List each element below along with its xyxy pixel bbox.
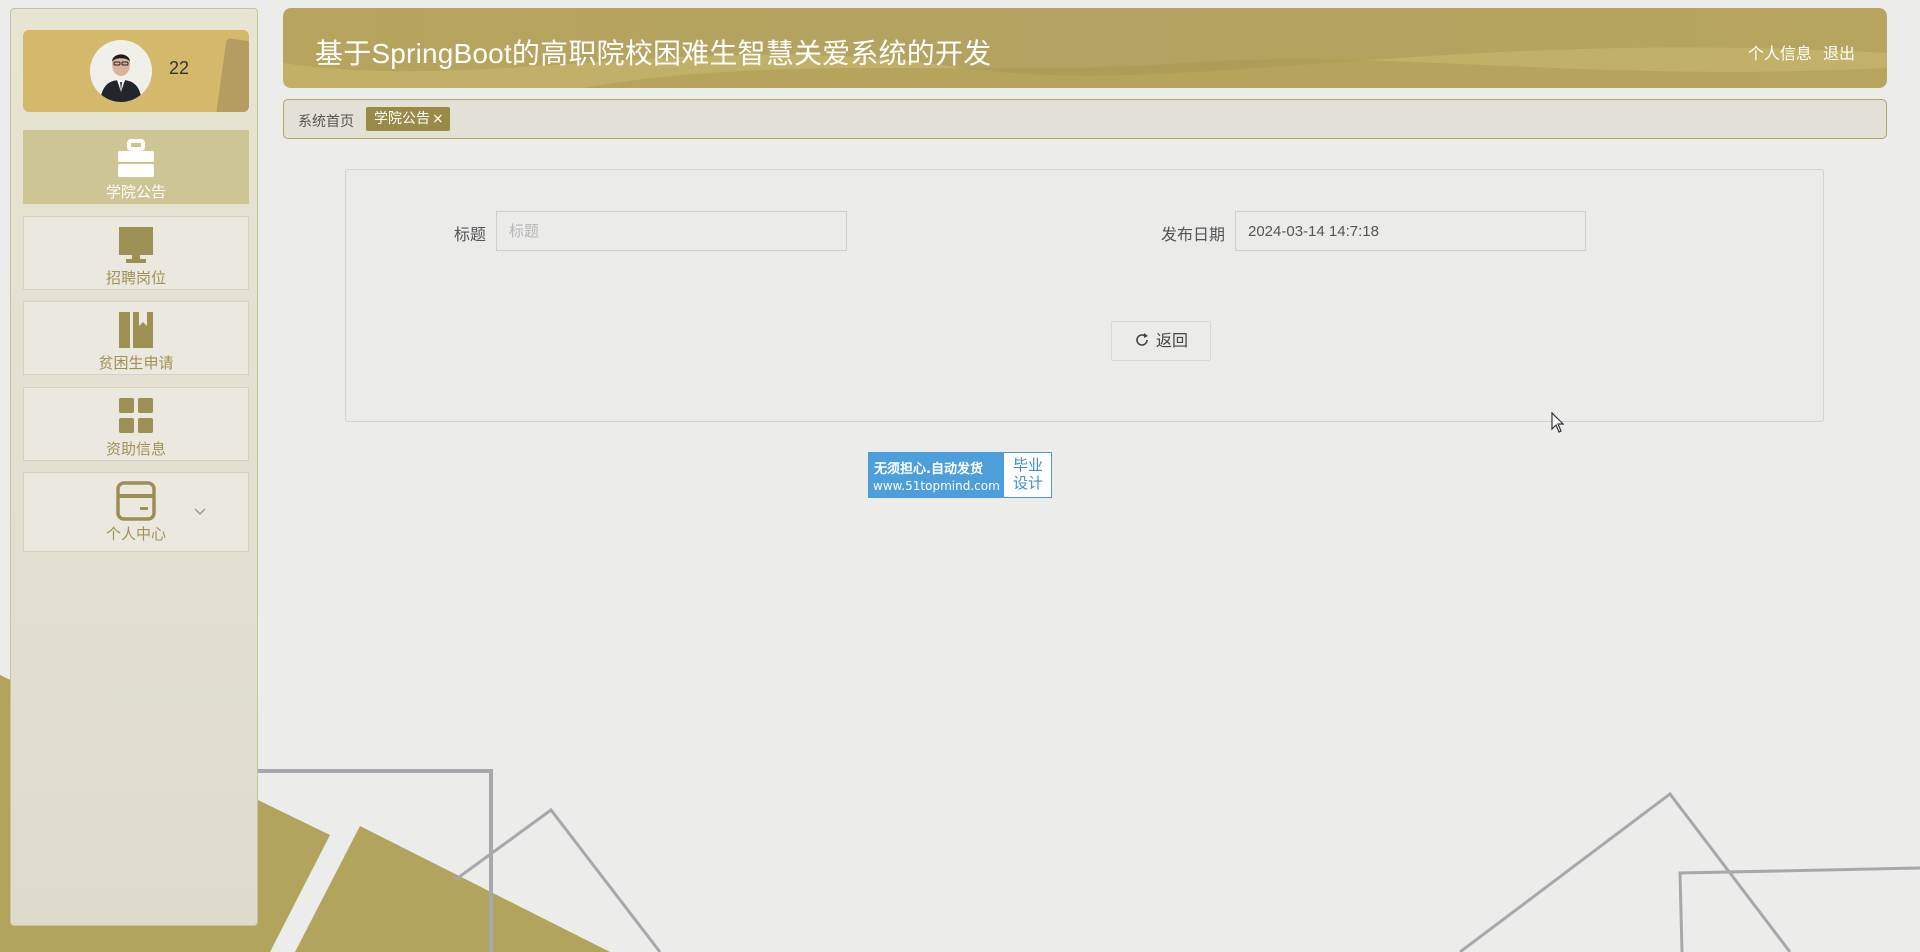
card-icon	[116, 481, 156, 521]
monitor-icon	[119, 227, 153, 263]
user-card-decoration	[215, 38, 249, 112]
title-input[interactable]	[496, 211, 847, 251]
sidebar: 22 学院公告 招聘岗位 贫困生申请 资助信息 个人中心	[10, 8, 258, 926]
sidebar-item-personal-center[interactable]: 个人中心	[23, 472, 249, 552]
tab-label: 学院公告	[374, 111, 430, 127]
sidebar-item-label: 个人中心	[105, 525, 166, 543]
back-button[interactable]: 返回	[1111, 321, 1211, 361]
badge-left: 无须担心.自动发货 www.51topmind.com	[869, 453, 1004, 497]
app-title: 基于SpringBoot的高职院校困难生智慧关爱系统的开发	[315, 38, 992, 69]
briefcase-icon	[118, 139, 154, 177]
title-label: 标题	[454, 225, 487, 244]
close-icon[interactable]: ×	[432, 111, 444, 127]
user-name: 22	[169, 58, 190, 78]
logout-link[interactable]: 退出	[1823, 44, 1855, 63]
watermark-badge[interactable]: 无须担心.自动发货 www.51topmind.com 毕业 设计	[868, 452, 1052, 498]
tab-announcements[interactable]: 学院公告 ×	[366, 107, 450, 131]
badge-right: 毕业 设计	[1007, 456, 1049, 492]
sidebar-item-aid-info[interactable]: 资助信息	[23, 387, 249, 461]
date-label: 发布日期	[1161, 225, 1226, 244]
profile-link[interactable]: 个人信息	[1748, 44, 1812, 63]
sidebar-item-label: 招聘岗位	[105, 269, 166, 287]
avatar-image	[90, 40, 152, 102]
sidebar-item-poverty-application[interactable]: 贫困生申请	[23, 301, 249, 375]
badge-right-line2: 设计	[1012, 474, 1043, 492]
sidebar-item-announcements[interactable]: 学院公告	[23, 130, 249, 204]
top-header: 基于SpringBoot的高职院校困难生智慧关爱系统的开发 个人信息 退出	[283, 8, 1887, 88]
breadcrumb-tabs: 系统首页 学院公告 ×	[283, 99, 1887, 139]
detail-form: 标题 发布日期 返回	[345, 169, 1824, 422]
badge-line1: 无须担心.自动发货	[874, 462, 983, 477]
refresh-icon	[1136, 333, 1148, 346]
chevron-down-icon[interactable]	[192, 503, 208, 519]
badge-line2: www.51topmind.com	[873, 479, 1000, 493]
books-icon	[119, 312, 153, 348]
sidebar-item-label: 贫困生申请	[98, 354, 174, 372]
avatar[interactable]	[90, 40, 152, 102]
date-input[interactable]	[1235, 211, 1586, 251]
mouse-cursor-icon	[1551, 412, 1565, 433]
sidebar-item-label: 学院公告	[105, 183, 166, 201]
back-button-label: 返回	[1155, 331, 1188, 350]
tab-home[interactable]: 系统首页	[298, 111, 354, 131]
header-links: 个人信息 退出	[1742, 40, 1855, 64]
sidebar-item-jobs[interactable]: 招聘岗位	[23, 216, 249, 290]
grid-icon	[119, 398, 153, 433]
badge-right-line1: 毕业	[1012, 456, 1043, 474]
sidebar-item-label: 资助信息	[105, 440, 166, 458]
user-card: 22	[23, 30, 249, 112]
